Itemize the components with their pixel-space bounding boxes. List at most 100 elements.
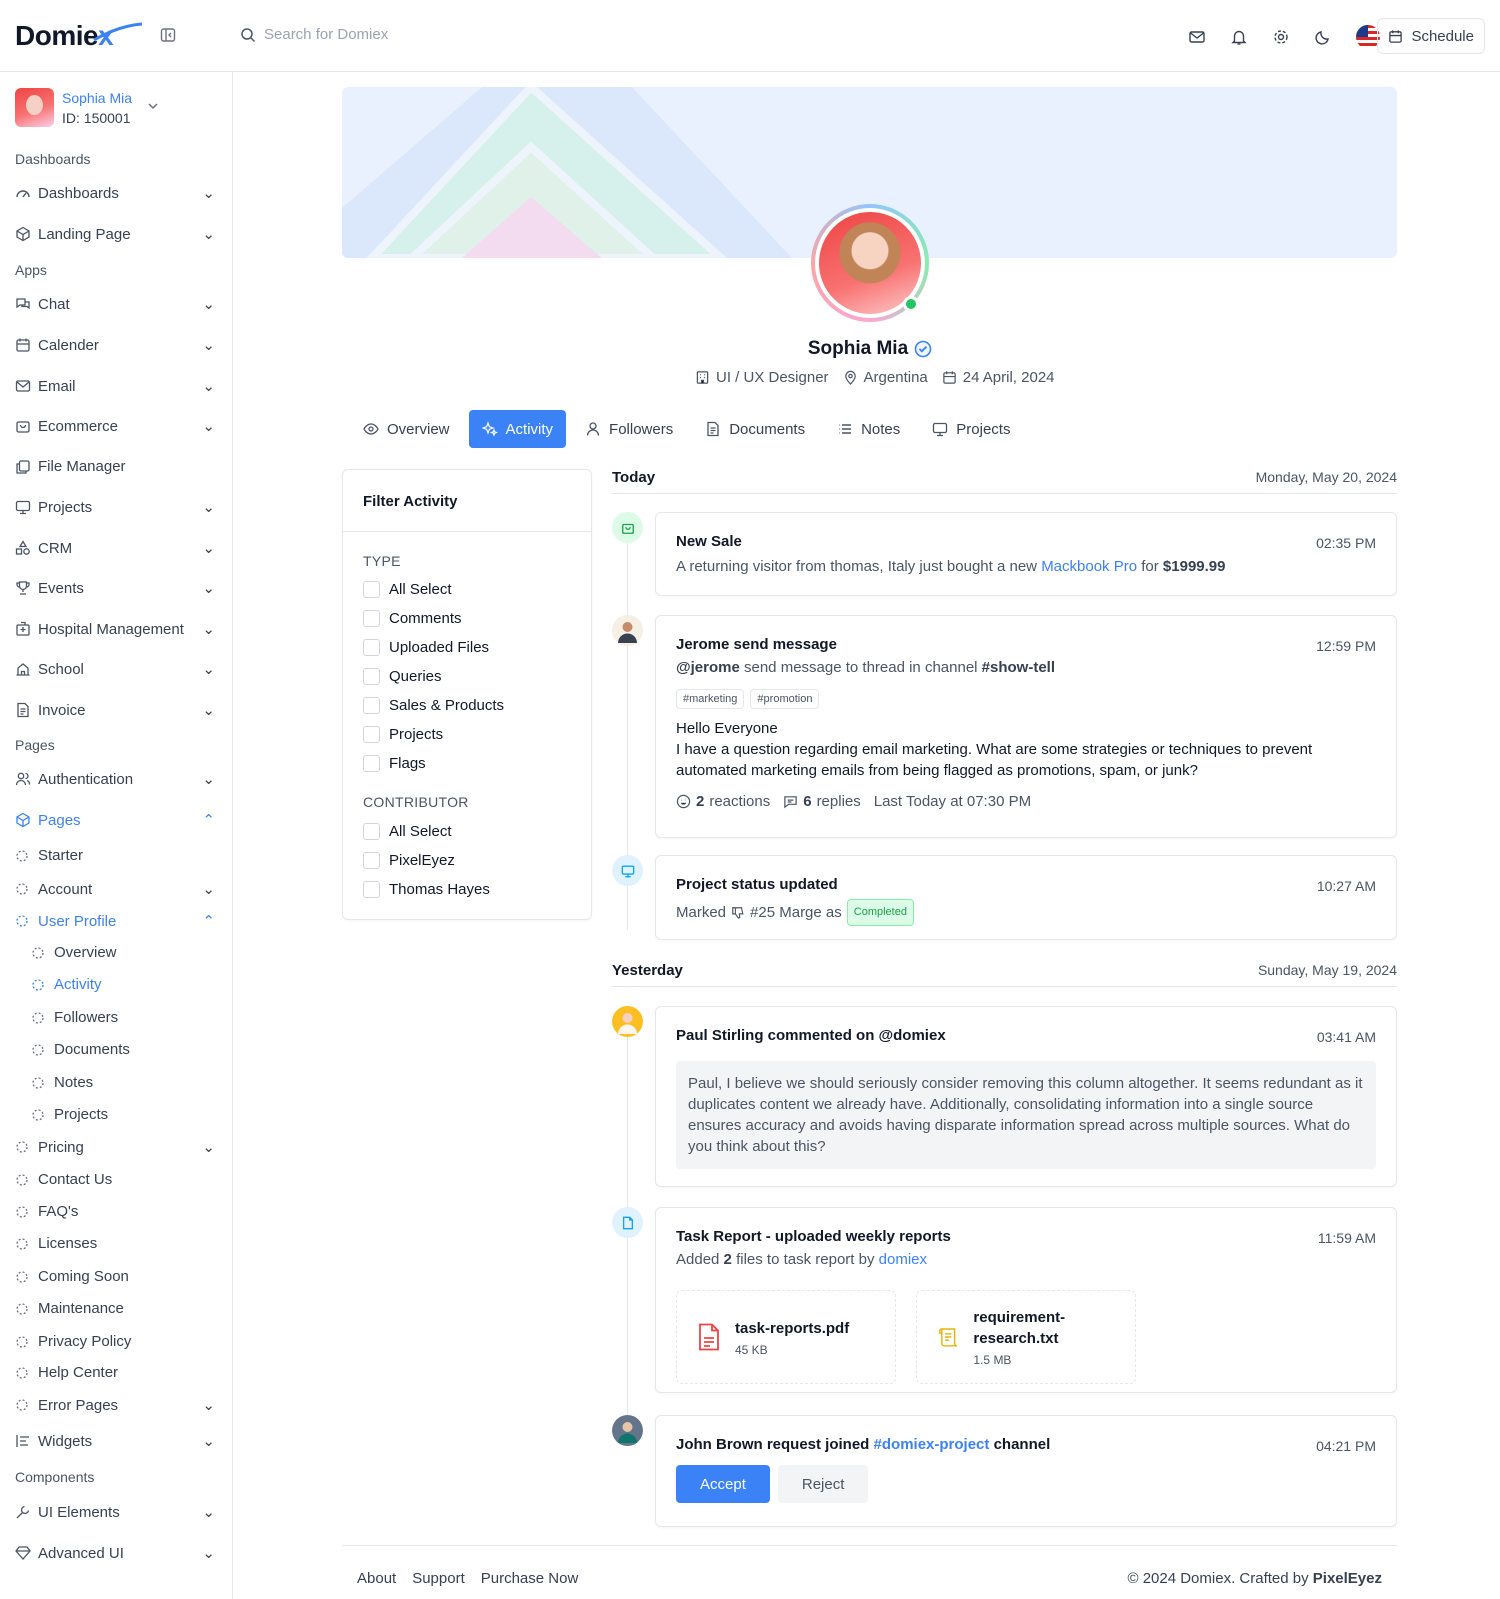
chevron-down-icon: ⌄ (202, 881, 215, 898)
filter-type-queries[interactable]: Queries (363, 668, 442, 685)
sidebar-item-file-manager[interactable]: File Manager (15, 458, 215, 475)
filter-type-sales[interactable]: Sales & Products (363, 697, 504, 714)
filter-contributor-all[interactable]: All Select (363, 823, 452, 840)
sidebar-item-contact[interactable]: Contact Us (15, 1171, 215, 1188)
replies-link[interactable]: replies (817, 791, 861, 812)
language-flag-icon[interactable] (1356, 25, 1380, 49)
sidebar-item-up-documents[interactable]: Documents (31, 1041, 231, 1058)
checkbox[interactable] (363, 581, 380, 598)
filter-contributor-pixeleyez[interactable]: PixelEyez (363, 852, 455, 869)
sidebar-item-up-notes[interactable]: Notes (31, 1074, 231, 1091)
chevron-down-icon: ⌄ (202, 378, 215, 395)
channel-link[interactable]: #domiex-project (874, 1436, 990, 1453)
sidebar-item-widgets[interactable]: Widgets ⌄ (15, 1432, 215, 1450)
sidebar-user[interactable]: Sophia Mia ID: 150001 (15, 88, 158, 127)
sidebar-item-user-profile[interactable]: User Profile ⌃ (15, 912, 215, 930)
filter-contributor-thomas[interactable]: Thomas Hayes (363, 881, 490, 898)
schedule-button[interactable]: Schedule (1377, 18, 1485, 54)
search-input[interactable]: Search for Domiex (264, 26, 388, 43)
filter-type-projects[interactable]: Projects (363, 726, 443, 743)
mail-icon (15, 380, 31, 392)
tab-notes[interactable]: Notes (824, 410, 913, 448)
sidebar-item-school[interactable]: School ⌄ (15, 660, 215, 678)
chevron-down-icon[interactable] (147, 100, 159, 112)
tab-documents[interactable]: Documents (692, 410, 818, 448)
sidebar-item-ecommerce[interactable]: Ecommerce ⌄ (15, 417, 215, 435)
checkbox[interactable] (363, 639, 380, 656)
sidebar-item-invoice[interactable]: Invoice ⌄ (15, 701, 215, 719)
checkbox[interactable] (363, 697, 380, 714)
sidebar-item-help[interactable]: Help Center (15, 1364, 215, 1381)
checkbox[interactable] (363, 881, 380, 898)
sidebar-item-projects[interactable]: Projects ⌄ (15, 498, 215, 516)
sidebar-item-up-followers[interactable]: Followers (31, 1009, 231, 1026)
sidebar-item-maintenance[interactable]: Maintenance (15, 1300, 215, 1317)
checkbox[interactable] (363, 668, 380, 685)
checkbox[interactable] (363, 726, 380, 743)
sidebar-item-account[interactable]: Account ⌄ (15, 880, 215, 898)
filter-type-all[interactable]: All Select (363, 581, 452, 598)
filter-type-uploaded-files[interactable]: Uploaded Files (363, 639, 489, 656)
mail-icon[interactable] (1188, 28, 1206, 46)
checkbox[interactable] (363, 755, 380, 772)
footer-link-purchase[interactable]: Purchase Now (481, 1570, 579, 1587)
chat-icon (16, 298, 30, 310)
sidebar-item-authentication[interactable]: Authentication ⌄ (15, 770, 215, 788)
dashed-circle-icon (15, 1173, 29, 1187)
section-apps: Apps (15, 262, 47, 278)
tag-promotion[interactable]: #promotion (750, 689, 820, 709)
gear-icon[interactable] (1272, 28, 1290, 46)
sidebar-item-advanced-ui[interactable]: Advanced UI ⌄ (15, 1544, 215, 1562)
sidebar-item-starter[interactable]: Starter (15, 847, 215, 864)
tab-projects[interactable]: Projects (919, 410, 1023, 448)
sidebar-item-email[interactable]: Email ⌄ (15, 377, 215, 395)
accept-button[interactable]: Accept (676, 1465, 770, 1503)
sidebar-item-chat[interactable]: Chat ⌄ (15, 295, 215, 313)
sidebar-item-ui-elements[interactable]: UI Elements ⌄ (15, 1503, 215, 1521)
moon-icon[interactable] (1314, 28, 1332, 46)
sidebar-item-licenses[interactable]: Licenses (15, 1235, 215, 1252)
file-attachment[interactable]: requirement-research.txt 1.5 MB (916, 1290, 1136, 1384)
sidebar-item-crm[interactable]: CRM ⌄ (15, 539, 215, 557)
chevron-down-icon: ⌄ (202, 1504, 215, 1521)
sidebar-toggle-icon[interactable] (160, 27, 176, 43)
checkbox[interactable] (363, 610, 380, 627)
sidebar-item-up-activity[interactable]: Activity (31, 976, 231, 993)
sidebar-item-pricing[interactable]: Pricing ⌄ (15, 1138, 215, 1156)
wrench-icon (16, 1505, 30, 1519)
search-bar[interactable]: Search for Domiex (240, 26, 388, 43)
sidebar-item-up-overview[interactable]: Overview (31, 944, 231, 961)
sidebar-item-error[interactable]: Error Pages ⌄ (15, 1396, 215, 1414)
user-icon (586, 422, 600, 436)
filter-type-comments[interactable]: Comments (363, 610, 462, 627)
reactions-link[interactable]: reactions (709, 791, 770, 812)
tag-marketing[interactable]: #marketing (676, 689, 745, 709)
sidebar-item-hospital[interactable]: Hospital Management ⌄ (15, 620, 215, 638)
monitor-icon (15, 500, 31, 515)
checkbox[interactable] (363, 852, 380, 869)
sidebar-item-pages[interactable]: Pages ⌃ (15, 811, 215, 829)
file-attachment[interactable]: task-reports.pdf 45 KB (676, 1290, 896, 1384)
sidebar-item-up-projects[interactable]: Projects (31, 1106, 231, 1123)
sidebar-item-faq[interactable]: FAQ's (15, 1203, 215, 1220)
sidebar-item-events[interactable]: Events ⌄ (15, 579, 215, 597)
footer-link-support[interactable]: Support (412, 1570, 465, 1587)
profile-meta: UI / UX Designer Argentina 24 April, 202… (695, 369, 1063, 386)
checkbox[interactable] (363, 823, 380, 840)
filter-type-flags[interactable]: Flags (363, 755, 426, 772)
sidebar-item-dashboards[interactable]: Dashboards ⌄ (15, 184, 215, 202)
sidebar-item-landing-page[interactable]: Landing Page ⌄ (15, 225, 215, 243)
topbar: Domiex Search for Domiex Schedule (0, 0, 1500, 72)
reject-button[interactable]: Reject (777, 1465, 869, 1503)
footer-brand[interactable]: PixelEyez (1313, 1570, 1382, 1587)
tab-followers[interactable]: Followers (572, 410, 686, 448)
product-link[interactable]: Mackbook Pro (1041, 558, 1137, 575)
dashed-circle-icon (15, 849, 29, 863)
tab-overview[interactable]: Overview (350, 410, 463, 448)
sidebar-item-privacy[interactable]: Privacy Policy (15, 1333, 215, 1350)
sidebar-item-coming-soon[interactable]: Coming Soon (15, 1268, 215, 1285)
bell-icon[interactable] (1230, 28, 1248, 46)
footer-link-about[interactable]: About (357, 1570, 396, 1587)
author-link[interactable]: domiex (879, 1251, 927, 1268)
tab-activity[interactable]: Activity (468, 410, 567, 448)
